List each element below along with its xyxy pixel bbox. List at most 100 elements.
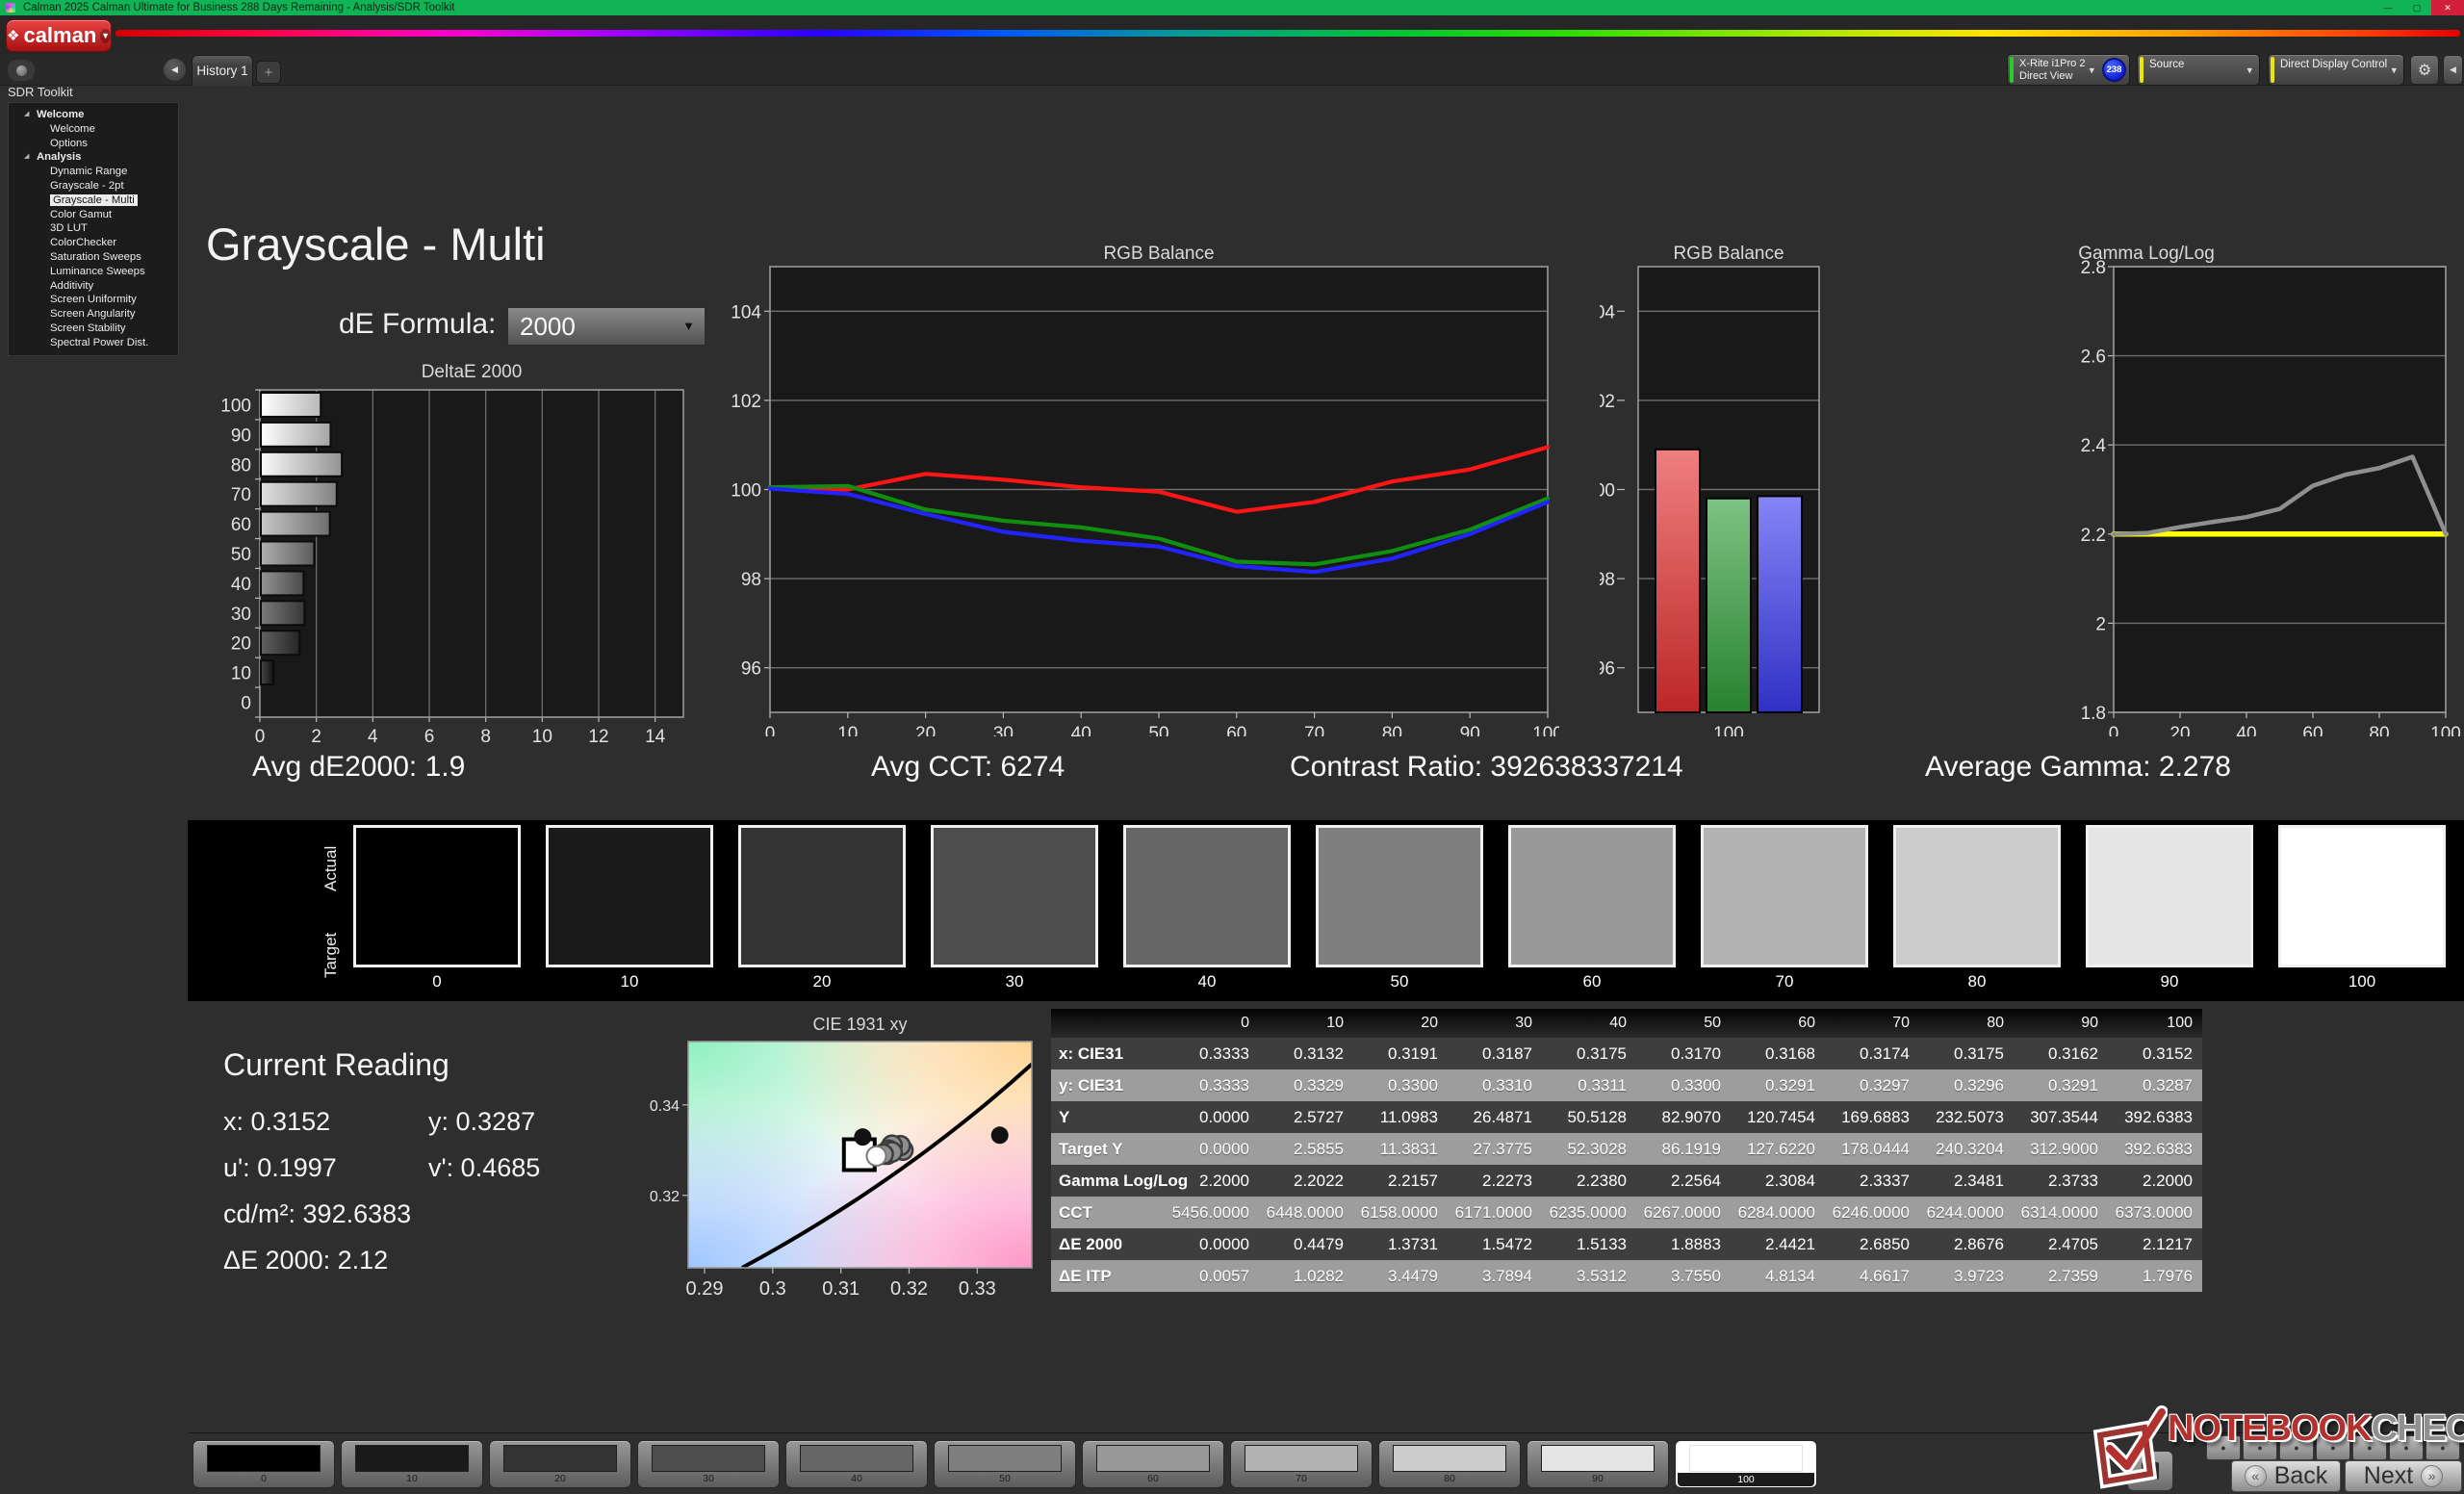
pattern-swatch [1393,1445,1506,1472]
table-row-e-2000: ΔE 2000 0.0000 0.4479 1.3731 1.5472 1.5133 1.8… [1051,1228,2202,1260]
media-button-5[interactable]: ● [2352,1435,2387,1460]
svg-text:30: 30 [993,724,1014,736]
deltae-bar-chart: 0 2 4 6 8 10 12 141009080706050403020100DeltaE … [220,362,684,743]
pattern-level-label: 10 [406,1473,418,1484]
sidebar-item-colorchecker[interactable]: ColorChecker [9,236,178,250]
svg-text:4: 4 [368,727,378,743]
sidebar-item-screen-angularity[interactable]: Screen Angularity [9,307,178,322]
rgb-balance-line-chart: 96 98 100 102 104 0 10 20 30 40 50 60 70 80 90 100 RGB B… [732,244,1559,736]
close-button[interactable]: ✕ [2431,0,2464,15]
svg-text:20: 20 [231,634,251,655]
pattern-button-0[interactable]: 0 [192,1440,335,1488]
table-column-header: 90 [2081,1015,2098,1031]
sidebar-item-screen-stability[interactable]: Screen Stability [9,322,178,336]
sidebar-item-screen-uniformity[interactable]: Screen Uniformity [9,293,178,307]
spectrum-gradient-bar [116,30,2460,37]
svg-text:Gamma Log/Log: Gamma Log/Log [2078,244,2215,264]
display-control-status-stripe [2271,57,2274,83]
add-tab-button[interactable]: + [256,61,281,84]
pattern-button-70[interactable]: 70 [1230,1440,1373,1488]
media-glyph-icon: ● [2440,1443,2446,1453]
expander-icon[interactable]: ◢ [24,108,29,122]
settings-button[interactable]: ⚙ [2410,55,2439,85]
svg-text:90: 90 [1460,724,1480,736]
target-row-label: Target [321,932,340,978]
svg-text:2.2: 2.2 [2081,526,2106,546]
svg-text:8: 8 [480,727,491,743]
table-row-x-cie31: x: CIE31 0.3333 0.3132 0.3191 0.3187 0.3175 0.… [1051,1038,2202,1069]
sidebar-item-welcome[interactable]: Welcome [9,122,178,137]
sidebar-item-dynamic-range[interactable]: Dynamic Range [9,165,178,179]
tab-history-1[interactable]: History 1 [192,55,253,86]
pattern-button-80[interactable]: 80 [1378,1440,1521,1488]
maximize-button[interactable]: ▢ [2402,0,2431,15]
sidebar-item-additivity[interactable]: Additivity [9,279,178,294]
meter-count-badge[interactable]: 238 [2102,58,2126,82]
collapse-sidebar-button[interactable]: ◀ [164,59,186,81]
svg-text:40: 40 [2236,724,2256,736]
pattern-button-40[interactable]: 40 [785,1440,928,1488]
swatch-level-label: 100 [2348,972,2376,991]
sidebar-item-analysis[interactable]: ◢ Analysis [9,150,178,165]
sidebar-item-label: Additivity [50,279,94,292]
pattern-button-50[interactable]: 50 [934,1440,1076,1488]
swatch-level-label: 30 [1005,972,1024,991]
svg-text:40: 40 [1071,724,1091,736]
meter-dropdown[interactable]: X-Rite i1Pro 2 Direct View ▾ 238 [2007,54,2130,86]
average-gamma-stat: Average Gamma: 2.278 [1925,751,2231,783]
svg-text:RGB Balance: RGB Balance [1673,244,1784,264]
collapse-panel-button[interactable]: ◀ [2443,55,2463,85]
minimize-button[interactable]: — [2374,0,2402,15]
chevron-down-icon: ▼ [682,319,695,333]
svg-text:14: 14 [645,727,666,743]
sidebar-item-grayscale-multi[interactable]: Grayscale - Multi [9,193,178,208]
app-icon [6,3,15,13]
svg-text:0.32: 0.32 [650,1189,680,1205]
media-button-1[interactable]: ● [2206,1435,2241,1460]
svg-text:98: 98 [741,570,761,590]
svg-text:96: 96 [1600,659,1615,680]
sidebar-item-saturation-sweeps[interactable]: Saturation Sweeps [9,250,178,265]
swatch-level-label: 60 [1582,972,1602,991]
pattern-level-label: 50 [999,1473,1011,1484]
svg-text:100: 100 [1600,481,1615,502]
media-button-2[interactable]: ● [2243,1435,2277,1460]
media-button-6[interactable]: ● [2389,1435,2424,1460]
pattern-button-30[interactable]: 30 [637,1440,780,1488]
workspace-toggle[interactable] [8,60,35,81]
reading-luminance: cd/m²: 392.6383 [223,1199,412,1228]
expander-icon[interactable]: ◢ [24,150,29,165]
pattern-button-60[interactable]: 60 [1082,1440,1224,1488]
sidebar-item-spectral-power-dist[interactable]: Spectral Power Dist. [9,336,178,350]
media-button-3[interactable]: ● [2279,1435,2314,1460]
sidebar-item-welcome[interactable]: ◢ Welcome [9,108,178,122]
source-status-stripe [2140,57,2143,83]
sidebar-item-color-gamut[interactable]: Color Gamut [9,208,178,222]
sidebar-item-luminance-sweeps[interactable]: Luminance Sweeps [9,265,178,279]
sidebar-item-grayscale-2pt[interactable]: Grayscale - 2pt [9,179,178,193]
media-button-7[interactable]: ● [2426,1435,2460,1460]
sidebar-item-3d-lut[interactable]: 3D LUT [9,221,178,236]
next-button[interactable]: Next » [2345,1460,2462,1492]
pattern-button-10[interactable]: 10 [341,1440,483,1488]
media-button-4[interactable]: ● [2316,1435,2350,1460]
svg-text:0.3: 0.3 [759,1278,786,1300]
calman-menu-button[interactable]: ❖ calman ▼ [6,19,112,52]
chevron-down-icon: ▾ [2246,64,2252,76]
avg-cct-stat: Avg CCT: 6274 [871,751,1065,783]
pattern-button-90[interactable]: 90 [1527,1440,1669,1488]
display-control-dropdown[interactable]: Direct Display Control ▾ [2268,54,2404,86]
de-formula-select[interactable]: 2000 ▼ [507,307,706,346]
table-column-header: 40 [1609,1015,1627,1031]
table-column-header: 50 [1704,1015,1721,1031]
svg-text:0: 0 [255,727,266,743]
back-button[interactable]: « Back [2231,1460,2341,1492]
stop-button[interactable] [2127,1451,2173,1491]
pattern-button-100[interactable]: 100 [1675,1440,1817,1488]
svg-text:80: 80 [231,455,251,476]
sidebar-item-options[interactable]: Options [9,137,178,151]
page-title: Grayscale - Multi [206,219,546,270]
pattern-button-20[interactable]: 20 [489,1440,631,1488]
svg-text:2: 2 [311,727,321,743]
source-dropdown[interactable]: Source ▾ [2137,54,2260,86]
